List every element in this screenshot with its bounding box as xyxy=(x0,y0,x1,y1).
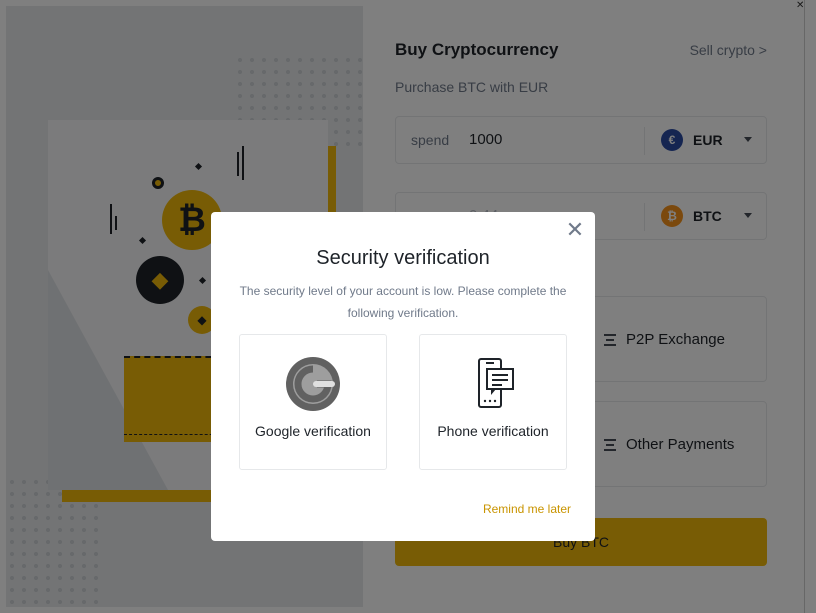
google-authenticator-icon xyxy=(286,357,340,411)
remind-me-later-link[interactable]: Remind me later xyxy=(483,502,571,516)
phone-verification-option[interactable]: Phone verification xyxy=(419,334,567,470)
modal-description: The security level of your account is lo… xyxy=(239,284,567,320)
phone-message-icon xyxy=(478,358,514,408)
close-icon[interactable]: ✕ xyxy=(565,219,585,241)
phone-verification-label: Phone verification xyxy=(437,423,549,439)
google-verification-option[interactable]: Google verification xyxy=(239,334,387,470)
google-verification-label: Google verification xyxy=(255,423,371,439)
security-verification-modal: ✕ Security verification The security lev… xyxy=(211,212,595,541)
modal-title: Security verification xyxy=(316,247,490,269)
